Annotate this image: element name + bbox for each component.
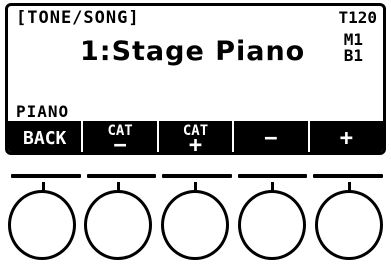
softkey-cat-minus[interactable]: CAT − — [83, 121, 157, 155]
minus-icon: − — [113, 132, 127, 155]
softkey-cat-plus[interactable]: CAT + — [158, 121, 233, 155]
button-marker — [86, 174, 157, 178]
softkey-back-label: BACK — [23, 127, 67, 149]
physical-button-4[interactable] — [238, 190, 306, 260]
softkey-plus[interactable]: + — [309, 121, 383, 152]
tone-name: 1:Stage Piano — [80, 36, 306, 67]
softkey-bar: BACK CAT − CAT + − + — [8, 121, 383, 155]
physical-button-3[interactable] — [161, 190, 229, 260]
minus-icon: − — [264, 125, 278, 151]
button-markers — [8, 174, 386, 180]
mode-label: [TONE/SONG] — [16, 8, 140, 28]
physical-button-2[interactable] — [84, 190, 152, 260]
softkey-minus[interactable]: − — [234, 121, 308, 152]
physical-button-5[interactable] — [315, 190, 383, 260]
physical-button-1[interactable] — [8, 190, 76, 260]
softkey-back[interactable]: BACK — [8, 121, 82, 152]
button-marker — [162, 174, 232, 178]
lcd-display: [TONE/SONG] T120 M1 B1 1:Stage Piano PIA… — [5, 3, 386, 155]
button-marker — [11, 174, 81, 178]
tempo-indicator: T120 — [338, 8, 377, 27]
button-marker — [313, 174, 383, 178]
b-indicator: B1 — [343, 46, 363, 65]
plus-icon: + — [339, 125, 353, 151]
category-label: PIANO — [16, 102, 70, 121]
button-marker — [237, 174, 308, 178]
plus-icon: + — [188, 132, 203, 155]
